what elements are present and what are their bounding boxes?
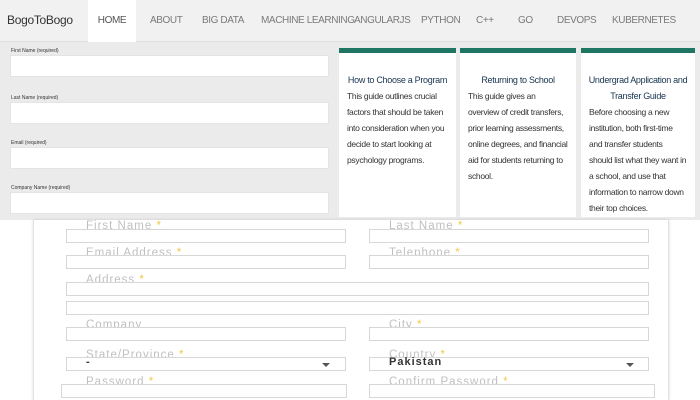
nav-about[interactable]: ABOUT — [150, 0, 183, 42]
nav-cpp[interactable]: C++ — [476, 0, 494, 42]
card-title[interactable]: How to Choose a Program — [345, 72, 450, 88]
last-name-label: Last Name (required) — [11, 95, 59, 101]
card-body: Before choosing a new institution, both … — [589, 107, 687, 213]
first-name-label: First Name (required) — [11, 48, 59, 54]
brand-logo[interactable]: BogoToBogo — [7, 13, 73, 27]
password-field[interactable] — [61, 384, 347, 398]
guide-card-undergrad-transfer[interactable]: Undergrad Application and Transfer Guide… — [581, 48, 695, 217]
signup-mini-form: First Name (required) Last Name (require… — [7, 42, 337, 220]
nav-python[interactable]: PYTHON — [421, 0, 461, 42]
nav-kubernetes[interactable]: KUBERNETES — [612, 0, 676, 42]
nav-machine-learning[interactable]: MACHINE LEARNING — [261, 0, 355, 42]
email-label: Email (required) — [11, 140, 47, 146]
address-line-1-field[interactable] — [66, 282, 649, 296]
address-line-2-field[interactable] — [66, 301, 649, 315]
top-navbar: BogoToBogo HOME ABOUT BIG DATA MACHINE L… — [0, 0, 700, 42]
card-title[interactable]: Returning to School — [466, 72, 570, 88]
guide-card-choose-program[interactable]: How to Choose a Program This guide outli… — [339, 48, 456, 217]
nav-big-data[interactable]: BIG DATA — [202, 0, 244, 42]
company-name-input[interactable] — [10, 192, 329, 214]
card-body: This guide gives an overview of credit t… — [468, 91, 568, 181]
nav-go[interactable]: GO — [518, 0, 533, 42]
chevron-down-icon — [626, 363, 634, 367]
country-value: Pakistan — [389, 356, 443, 368]
state-province-value: - — [86, 356, 91, 368]
email-input[interactable] — [10, 147, 329, 169]
nav-home[interactable]: HOME — [88, 0, 136, 42]
state-province-select[interactable] — [66, 357, 346, 371]
card-title[interactable]: Undergrad Application and Transfer Guide — [587, 72, 689, 104]
company-name-label: Company Name (required) — [11, 185, 71, 191]
company-field[interactable] — [66, 327, 346, 341]
last-name-field[interactable] — [369, 229, 649, 243]
telephone-field[interactable] — [369, 255, 649, 269]
registration-form: First Name * Last Name * Email Address *… — [33, 220, 669, 400]
chevron-down-icon — [322, 363, 330, 367]
first-name-field[interactable] — [66, 229, 346, 243]
city-field[interactable] — [369, 327, 649, 341]
first-name-input[interactable] — [10, 55, 329, 77]
confirm-password-field[interactable] — [369, 384, 655, 398]
email-address-field[interactable] — [66, 255, 346, 269]
last-name-input[interactable] — [10, 102, 329, 124]
card-body: This guide outlines crucial factors that… — [347, 91, 445, 165]
nav-angularjs[interactable]: ANGULARJS — [354, 0, 411, 42]
guide-card-returning-school[interactable]: Returning to School This guide gives an … — [460, 48, 576, 217]
nav-devops[interactable]: DEVOPS — [557, 0, 597, 42]
